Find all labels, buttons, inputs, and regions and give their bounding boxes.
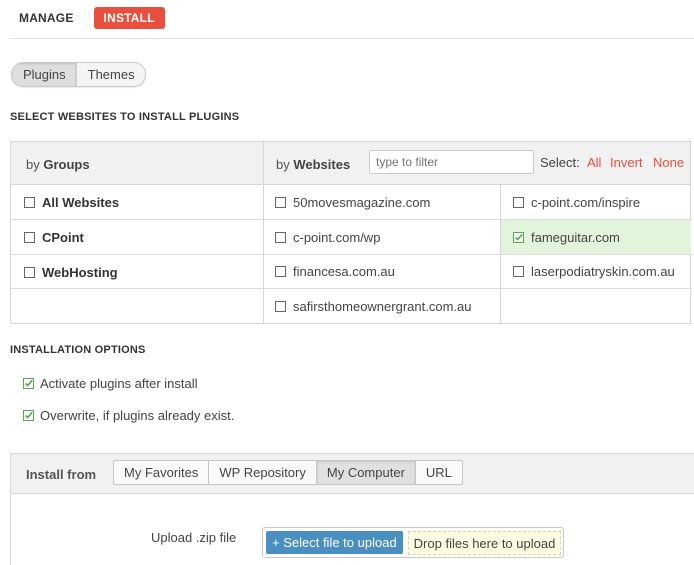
install-from-label: Install from bbox=[26, 467, 97, 482]
website-selector: by Groups by Websites Select: All Invert… bbox=[10, 141, 692, 324]
tab-install[interactable]: INSTALL bbox=[93, 7, 165, 29]
type-toggle: Plugins Themes bbox=[11, 62, 146, 87]
checkbox[interactable] bbox=[24, 232, 35, 243]
group-item[interactable]: All Websites bbox=[24, 195, 119, 210]
checkbox[interactable] bbox=[275, 197, 286, 208]
installation-options-title: INSTALLATION OPTIONS bbox=[10, 344, 146, 356]
option-label: Overwrite, if plugins already exist. bbox=[40, 408, 235, 423]
checkbox[interactable] bbox=[513, 197, 524, 208]
install-from-panel: Install from My Favorites WP Repository … bbox=[10, 453, 694, 565]
group-item[interactable]: WebHosting bbox=[24, 265, 118, 280]
checkbox[interactable] bbox=[275, 232, 286, 243]
group-label: All Websites bbox=[42, 195, 120, 210]
row-divider bbox=[11, 254, 263, 255]
website-item[interactable]: safirsthomeownergrant.com.au bbox=[275, 299, 471, 314]
row-divider bbox=[264, 219, 692, 220]
checkmark-icon bbox=[25, 411, 33, 419]
drop-zone[interactable]: Drop files here to upload bbox=[408, 531, 561, 555]
row-divider bbox=[11, 288, 263, 289]
website-label: financesa.com.au bbox=[293, 264, 395, 279]
top-tabs: MANAGE INSTALL bbox=[10, 7, 165, 29]
install-source-tabs: My Favorites WP Repository My Computer U… bbox=[113, 460, 463, 485]
website-label: fameguitar.com bbox=[531, 230, 620, 245]
themes-toggle-button[interactable]: Themes bbox=[77, 63, 145, 86]
select-all-link[interactable]: All bbox=[587, 155, 601, 170]
group-item[interactable]: CPoint bbox=[24, 230, 84, 245]
install-from-header: Install from My Favorites WP Repository … bbox=[11, 454, 694, 494]
website-item[interactable]: laserpodiatryskin.com.au bbox=[513, 264, 675, 279]
tab-manage[interactable]: MANAGE bbox=[10, 7, 83, 29]
column-divider bbox=[263, 142, 264, 323]
checkmark-icon bbox=[515, 233, 523, 241]
checkbox[interactable] bbox=[275, 266, 286, 277]
tab-my-computer[interactable]: My Computer bbox=[316, 461, 416, 484]
website-label: safirsthomeownergrant.com.au bbox=[293, 299, 472, 314]
checkbox-checked[interactable] bbox=[23, 378, 34, 389]
checkbox[interactable] bbox=[24, 267, 35, 278]
row-divider bbox=[11, 219, 263, 220]
checkbox[interactable] bbox=[24, 197, 35, 208]
upload-box: + Select file to upload Drop files here … bbox=[262, 527, 564, 558]
website-label: 50movesmagazine.com bbox=[293, 195, 431, 210]
tab-my-favorites[interactable]: My Favorites bbox=[114, 461, 210, 484]
website-label: laserpodiatryskin.com.au bbox=[531, 264, 675, 279]
select-websites-title: SELECT WEBSITES TO INSTALL PLUGINS bbox=[10, 111, 240, 123]
plugins-toggle-button[interactable]: Plugins bbox=[12, 63, 77, 86]
website-item[interactable]: 50movesmagazine.com bbox=[275, 195, 430, 210]
group-label: CPoint bbox=[42, 230, 84, 245]
by-groups-header: by Groups bbox=[26, 157, 90, 172]
checkbox[interactable] bbox=[275, 301, 286, 312]
group-label: WebHosting bbox=[42, 265, 118, 280]
website-filter-input[interactable] bbox=[369, 150, 534, 174]
checkbox-checked[interactable] bbox=[23, 410, 34, 421]
checkmark-icon bbox=[25, 379, 33, 387]
website-item[interactable]: fameguitar.com bbox=[513, 230, 620, 245]
top-divider bbox=[10, 38, 694, 39]
website-item[interactable]: c-point.com/wp bbox=[275, 230, 380, 245]
tab-url[interactable]: URL bbox=[416, 461, 462, 484]
by-websites-header: by Websites bbox=[276, 157, 351, 172]
website-item[interactable]: financesa.com.au bbox=[275, 264, 395, 279]
option-activate[interactable]: Activate plugins after install bbox=[23, 376, 198, 391]
select-invert-link[interactable]: Invert bbox=[610, 155, 643, 170]
select-file-button[interactable]: + Select file to upload bbox=[266, 531, 403, 554]
option-label: Activate plugins after install bbox=[40, 376, 198, 391]
row-divider bbox=[264, 288, 692, 289]
website-label: c-point.com/inspire bbox=[531, 195, 641, 210]
row-divider bbox=[264, 254, 692, 255]
upload-zip-label: Upload .zip file bbox=[151, 530, 237, 545]
checkbox-checked[interactable] bbox=[513, 232, 524, 243]
website-label: c-point.com/wp bbox=[293, 230, 381, 245]
option-overwrite[interactable]: Overwrite, if plugins already exist. bbox=[23, 408, 234, 423]
tab-wp-repository[interactable]: WP Repository bbox=[209, 461, 317, 484]
website-item[interactable]: c-point.com/inspire bbox=[513, 195, 640, 210]
select-label: Select: bbox=[540, 155, 580, 170]
select-none-link[interactable]: None bbox=[653, 155, 684, 170]
checkbox[interactable] bbox=[513, 266, 524, 277]
